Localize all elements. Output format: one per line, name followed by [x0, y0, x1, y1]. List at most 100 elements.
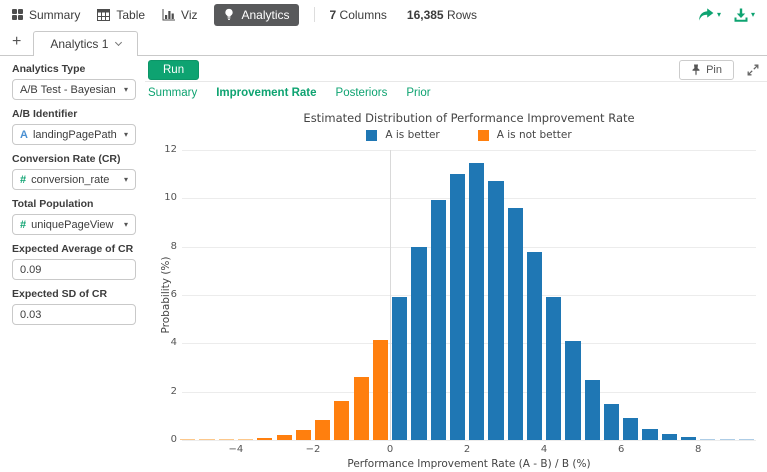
- share-button[interactable]: ▾: [698, 8, 721, 22]
- tab-analytics-1-label: Analytics 1: [50, 37, 108, 51]
- y-axis-tick-label: 6: [147, 289, 177, 300]
- legend-item-a-is-better[interactable]: A is better: [366, 129, 439, 141]
- field-expected-average-cr: Expected Average of CR: [12, 243, 136, 280]
- histogram-bar[interactable]: [180, 439, 195, 440]
- view-analytics-button[interactable]: Analytics: [214, 4, 298, 26]
- conversion-rate-select[interactable]: # conversion_rate ▾: [12, 169, 136, 190]
- pin-icon: [691, 64, 701, 76]
- view-viz-button[interactable]: Viz: [162, 8, 197, 22]
- field-label: Expected Average of CR: [12, 243, 136, 255]
- pin-button[interactable]: Pin: [679, 60, 734, 80]
- y-axis-tick-label: 4: [147, 337, 177, 348]
- download-button[interactable]: ▾: [734, 8, 755, 22]
- rows-count: 16,385 Rows: [407, 8, 477, 22]
- top-toolbar: Summary Table Viz Analytics 7 Columns 1: [0, 0, 767, 29]
- field-label: Conversion Rate (CR): [12, 153, 136, 165]
- download-icon: [734, 8, 748, 22]
- field-expected-sd-cr: Expected SD of CR: [12, 288, 136, 325]
- expected-average-cr-input[interactable]: [12, 259, 136, 280]
- histogram-bar[interactable]: [681, 437, 696, 440]
- chart-title: Estimated Distribution of Performance Im…: [182, 111, 756, 125]
- tab-summary[interactable]: Summary: [148, 87, 197, 99]
- histogram-bar[interactable]: [257, 438, 272, 440]
- analysis-result-tabs: Summary Improvement Rate Posteriors Prio…: [148, 87, 431, 99]
- y-axis-tick-label: 12: [147, 144, 177, 155]
- share-caret-icon: ▾: [717, 10, 721, 19]
- histogram-bar[interactable]: [585, 380, 600, 440]
- x-axis-title: Performance Improvement Rate (A - B) / B…: [182, 458, 756, 470]
- view-viz-label: Viz: [181, 8, 197, 22]
- histogram-bar[interactable]: [739, 439, 754, 440]
- tab-improvement-rate[interactable]: Improvement Rate: [216, 87, 316, 99]
- histogram-bar[interactable]: [373, 340, 388, 440]
- legend-item-a-is-not-better[interactable]: A is not better: [478, 129, 572, 141]
- total-population-select[interactable]: # uniquePageView ▾: [12, 214, 136, 235]
- histogram-bar[interactable]: [700, 439, 715, 440]
- expand-button[interactable]: [747, 63, 759, 81]
- analytics-type-select[interactable]: A/B Test - Bayesian ▾: [12, 79, 136, 100]
- field-label: Analytics Type: [12, 63, 136, 75]
- main-divider: [145, 81, 767, 82]
- histogram-bar[interactable]: [623, 418, 638, 440]
- histogram-bar[interactable]: [277, 435, 292, 440]
- histogram-bar[interactable]: [431, 200, 446, 441]
- x-axis-tick-label: 4: [527, 444, 561, 455]
- toolbar-divider: [314, 7, 315, 22]
- histogram-bar[interactable]: [411, 247, 426, 440]
- histogram-bar[interactable]: [469, 163, 484, 440]
- histogram-bar[interactable]: [604, 404, 619, 440]
- x-axis-tick-label: 8: [681, 444, 715, 455]
- histogram-bar[interactable]: [296, 430, 311, 440]
- tab-analytics-1[interactable]: Analytics 1: [33, 31, 138, 56]
- histogram-bar[interactable]: [720, 439, 735, 440]
- histogram-bar[interactable]: [354, 377, 369, 440]
- field-label: Expected SD of CR: [12, 288, 136, 300]
- histogram-bar[interactable]: [642, 429, 657, 440]
- field-conversion-rate: Conversion Rate (CR) # conversion_rate ▾: [12, 153, 136, 190]
- x-axis-tick-label: 6: [604, 444, 638, 455]
- histogram-bar[interactable]: [546, 297, 561, 440]
- histogram-bar[interactable]: [565, 341, 580, 440]
- analytics-settings-sidebar: Analytics Type A/B Test - Bayesian ▾ A/B…: [0, 56, 145, 472]
- plot-gridline: [182, 150, 756, 151]
- expand-icon: [747, 64, 759, 76]
- histogram-bar[interactable]: [488, 181, 503, 440]
- tab-prior[interactable]: Prior: [406, 87, 430, 99]
- legend-swatch-blue: [366, 130, 377, 141]
- numeric-type-icon: #: [20, 174, 26, 186]
- legend-swatch-orange: [478, 130, 489, 141]
- select-caret-icon: ▾: [124, 85, 128, 94]
- ab-identifier-select[interactable]: A landingPagePath ▾: [12, 124, 136, 145]
- zero-reference-line: [390, 150, 391, 440]
- tab-posteriors[interactable]: Posteriors: [336, 87, 388, 99]
- histogram-bar[interactable]: [334, 401, 349, 440]
- histogram-bar[interactable]: [199, 439, 214, 440]
- y-axis-tick-label: 2: [147, 386, 177, 397]
- view-analytics-label: Analytics: [241, 8, 289, 22]
- add-tab-button[interactable]: +: [10, 33, 33, 55]
- view-summary-button[interactable]: Summary: [12, 8, 80, 22]
- view-table-button[interactable]: Table: [97, 8, 145, 22]
- histogram-bar[interactable]: [315, 420, 330, 441]
- run-button[interactable]: Run: [148, 60, 199, 80]
- histogram-bar[interactable]: [238, 439, 253, 440]
- numeric-type-icon: #: [20, 219, 26, 231]
- histogram-bar[interactable]: [527, 252, 542, 441]
- field-analytics-type: Analytics Type A/B Test - Bayesian ▾: [12, 63, 136, 100]
- histogram-bar[interactable]: [662, 434, 677, 440]
- lightbulb-icon: [223, 8, 235, 21]
- expected-sd-cr-input[interactable]: [12, 304, 136, 325]
- histogram-bar[interactable]: [392, 297, 407, 440]
- histogram-bar[interactable]: [508, 208, 523, 440]
- histogram-bar[interactable]: [450, 174, 465, 440]
- field-ab-identifier: A/B Identifier A landingPagePath ▾: [12, 108, 136, 145]
- field-label: Total Population: [12, 198, 136, 210]
- view-summary-label: Summary: [29, 8, 80, 22]
- view-table-label: Table: [116, 8, 145, 22]
- download-caret-icon: ▾: [751, 10, 755, 19]
- selected-value: A/B Test - Bayesian: [20, 84, 116, 96]
- y-axis-tick-label: 10: [147, 192, 177, 203]
- bar-chart-icon: [162, 9, 175, 21]
- histogram-bar[interactable]: [219, 439, 234, 440]
- x-axis-tick-label: −4: [219, 444, 253, 455]
